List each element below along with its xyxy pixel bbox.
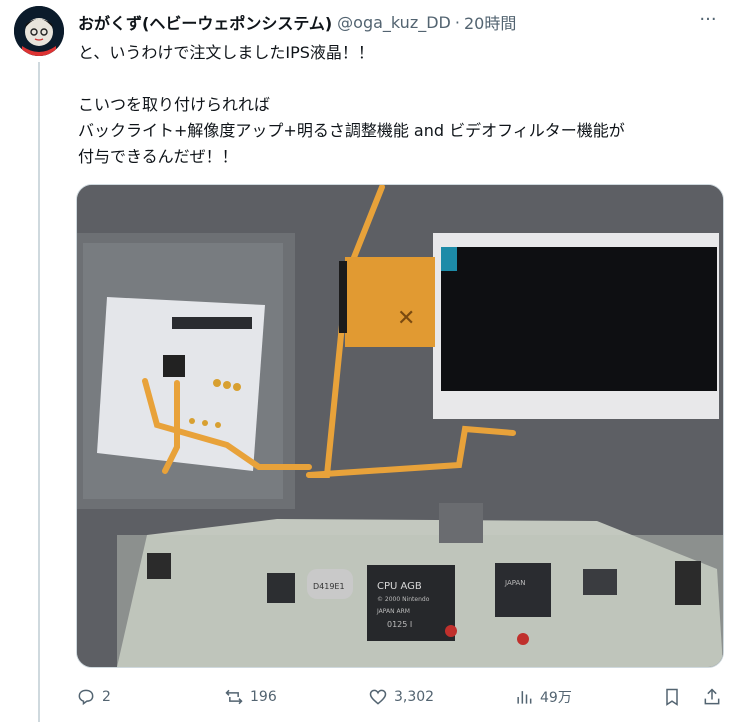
repost-icon	[225, 689, 243, 705]
secondary-chip	[495, 563, 551, 617]
reply-button[interactable]: 2	[76, 684, 111, 710]
tweet-line: バックライト+解像度アップ+明るさ調整機能 and ビデオフィルター機能が	[78, 121, 625, 140]
views-count: 49万	[540, 690, 572, 706]
like-button[interactable]: 3,302	[368, 684, 434, 710]
like-count: 3,302	[394, 689, 435, 705]
link-port	[439, 503, 483, 543]
display-name[interactable]: おがくず(ヘビーウェポンシステム)	[78, 10, 332, 34]
reply-icon	[78, 689, 94, 706]
tweet-line: と、いうわけで注文しましたIPS液晶！！	[78, 43, 374, 62]
tweet-header: おがくず(ヘビーウェポンシステム) @oga_kuz_DD · 20時間 ···	[78, 10, 720, 34]
heart-icon	[369, 689, 387, 705]
tweet-line: こいつを取り付けられれば	[78, 95, 271, 114]
timestamp[interactable]: 20時間	[464, 10, 516, 34]
thread-line	[38, 62, 40, 722]
share-button[interactable]	[702, 684, 722, 710]
bookmark-button[interactable]	[662, 684, 682, 710]
cpu-chip	[367, 565, 455, 641]
tweet-line: 付与できるんだぜ！！	[78, 147, 238, 166]
cpu-chip-sub1: © 2000 Nintendo	[377, 596, 430, 603]
reply-count: 2	[102, 689, 111, 705]
tweet-photo[interactable]: ✕ CPU AGB © 2000 Nintendo JAPAN ARM 0125…	[76, 184, 724, 668]
oscillator-label: D419E1	[313, 582, 345, 591]
cpu-chip-sub2: JAPAN ARM	[376, 608, 410, 615]
tweet-text: と、いうわけで注文しましたIPS液晶！！ こいつを取り付けられれば バックライト…	[78, 40, 718, 170]
cpu-chip-sub3: 0125 I	[387, 620, 412, 629]
repost-count: 196	[250, 689, 277, 705]
more-options-icon[interactable]: ···	[696, 10, 720, 34]
analytics-icon	[517, 691, 532, 704]
cpu-chip-label: CPU AGB	[377, 581, 422, 592]
repost-button[interactable]: 196	[224, 684, 277, 710]
separator-dot: ·	[454, 12, 460, 32]
avatar-illustration	[14, 6, 64, 56]
secondary-chip-label: JAPAN	[504, 579, 526, 587]
share-icon	[704, 688, 720, 705]
svg-text:✕: ✕	[397, 306, 415, 331]
ips-lcd-screen	[441, 247, 717, 391]
user-handle[interactable]: @oga_kuz_DD	[337, 13, 451, 32]
avatar[interactable]	[14, 6, 64, 56]
tweet-actions: 2 196 3,302 49万	[76, 684, 724, 710]
views-button[interactable]: 49万	[514, 684, 572, 710]
photo-illustration: ✕ CPU AGB © 2000 Nintendo JAPAN ARM 0125…	[77, 185, 723, 667]
bookmark-icon	[666, 688, 678, 706]
